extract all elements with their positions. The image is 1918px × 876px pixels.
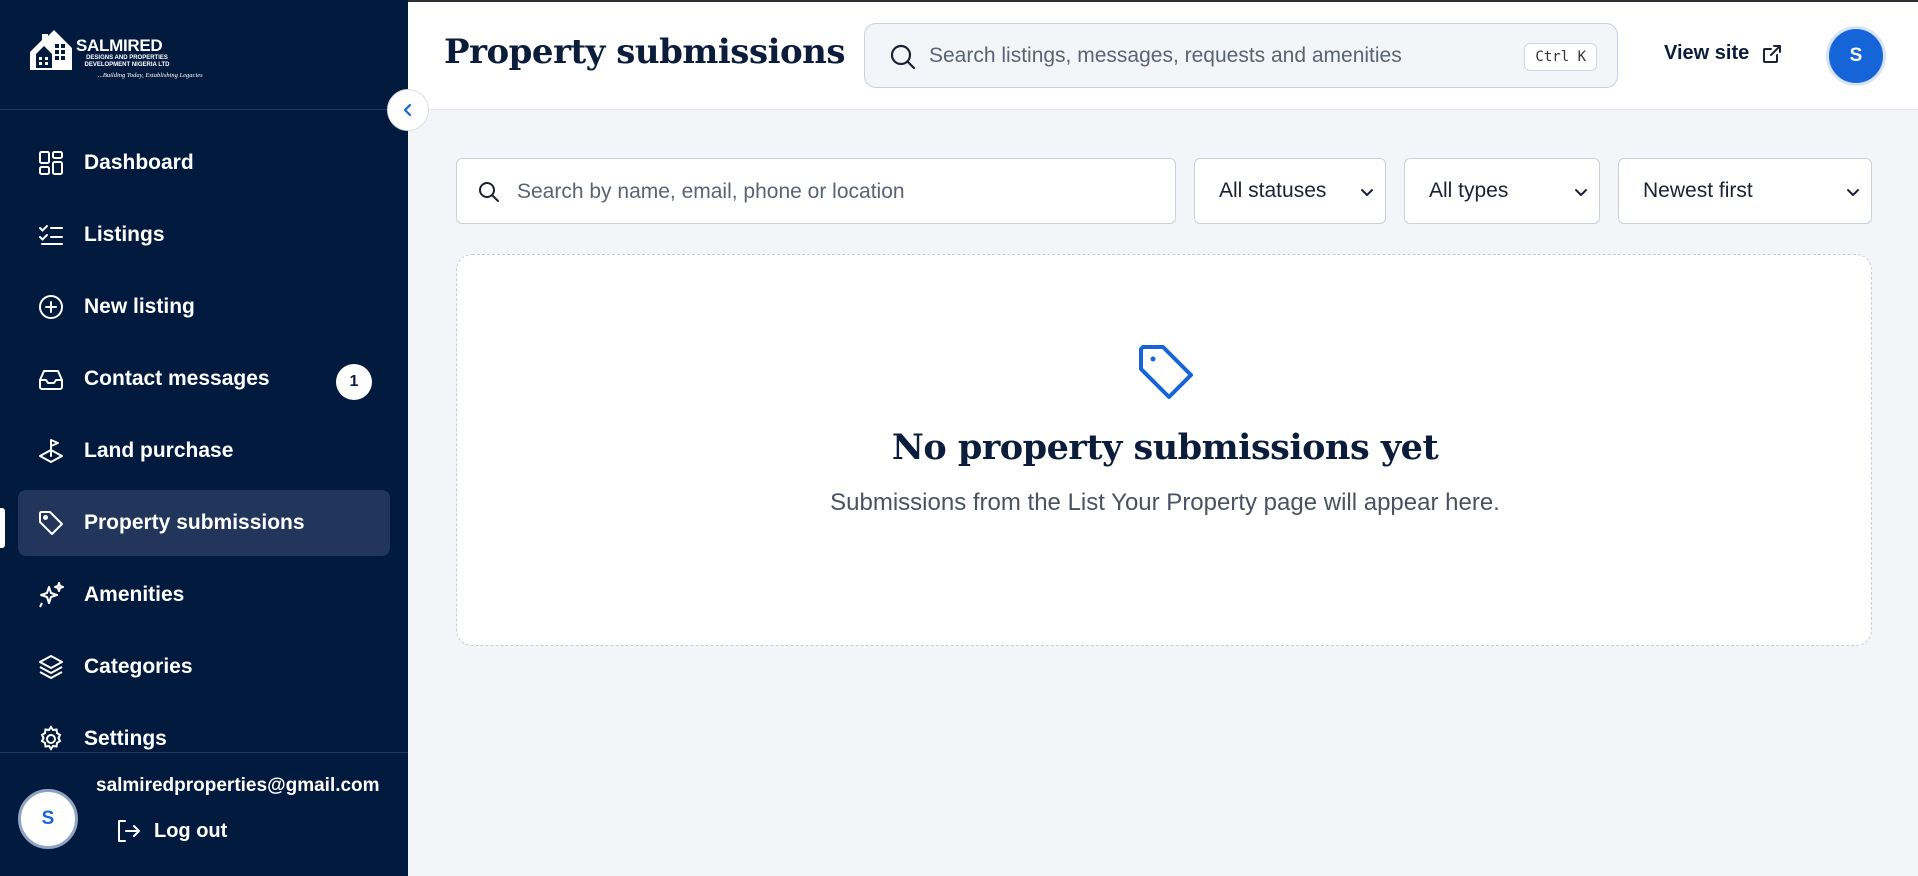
logo-house-icon [30, 30, 72, 70]
grid-icon [36, 148, 66, 178]
top-bar: Property submissions Ctrl K View site S [408, 0, 1918, 110]
sidebar-item-label: Settings [84, 727, 167, 750]
view-site-label: View site [1664, 42, 1750, 64]
sidebar-item-label: New listing [84, 295, 195, 318]
layers-icon [36, 652, 66, 682]
submissions-search-box[interactable] [456, 158, 1176, 224]
sort-order-value: Newest first [1643, 179, 1753, 202]
sidebar-item-dashboard[interactable]: Dashboard [18, 130, 390, 196]
window-top-edge [408, 0, 1918, 2]
land-icon [36, 436, 66, 466]
unread-count-badge: 1 [336, 364, 372, 400]
sort-order-select[interactable]: Newest first [1618, 158, 1872, 224]
sidebar-nav: Dashboard Listings New listing Contact m… [18, 130, 390, 778]
sidebar-user-panel: S salmiredproperties@gmail.com Log out [0, 752, 408, 876]
type-filter-value: All types [1429, 179, 1509, 202]
logout-button[interactable]: Log out [114, 817, 227, 845]
avatar[interactable]: S [1826, 26, 1886, 86]
status-filter-value: All statuses [1219, 179, 1327, 202]
sidebar-item-label: Listings [84, 223, 165, 246]
gear-icon [36, 724, 66, 754]
brand-subtitle: DESIGNS AND PROPERTIES DEVELOPMENT NIGER… [84, 55, 170, 68]
sparkles-icon [36, 580, 66, 610]
inbox-icon [36, 364, 66, 394]
submissions-search-input[interactable] [517, 174, 1137, 210]
chevron-left-icon [403, 103, 412, 117]
sidebar-item-land-purchase[interactable]: Land purchase [18, 418, 390, 484]
empty-state-card: No property submissions yet Submissions … [456, 254, 1872, 646]
user-email: salmiredproperties@gmail.com [96, 775, 380, 796]
brand-name: SALMIRED [76, 36, 163, 55]
sidebar-item-label: Dashboard [84, 151, 194, 174]
sidebar-item-listings[interactable]: Listings [18, 202, 390, 268]
global-search-box[interactable]: Ctrl K [864, 23, 1618, 88]
view-site-link[interactable]: View site [1664, 42, 1783, 65]
sidebar: SALMIRED DESIGNS AND PROPERTIES DEVELOPM… [0, 0, 408, 876]
status-filter-select[interactable]: All statuses [1194, 158, 1386, 224]
external-link-icon [1763, 44, 1782, 63]
sidebar-item-label: Contact messages [84, 367, 270, 390]
tag-icon [36, 508, 66, 538]
sidebar-item-property-submissions[interactable]: Property submissions [18, 490, 390, 556]
collapse-sidebar-button[interactable] [387, 89, 429, 131]
sidebar-item-label: Categories [84, 655, 193, 678]
sidebar-item-categories[interactable]: Categories [18, 634, 390, 700]
sidebar-item-label: Land purchase [84, 439, 234, 462]
empty-state-title: No property submissions yet [891, 427, 1439, 468]
brand-tagline: ...Building Today, Establishing Legacies [98, 72, 203, 79]
sidebar-item-new-listing[interactable]: New listing [18, 274, 390, 340]
keyboard-shortcut-hint: Ctrl K [1524, 43, 1597, 71]
sidebar-item-label: Amenities [84, 583, 185, 606]
brand-logo[interactable]: SALMIRED DESIGNS AND PROPERTIES DEVELOPM… [28, 26, 203, 86]
sidebar-item-label: Property submissions [84, 511, 305, 534]
page-title: Property submissions [444, 32, 846, 72]
tag-icon [1139, 345, 1193, 399]
logout-label: Log out [154, 819, 228, 842]
sidebar-item-contact-messages[interactable]: Contact messages 1 [18, 346, 390, 412]
logout-icon [118, 820, 140, 842]
active-indicator [0, 508, 5, 548]
list-check-icon [36, 220, 66, 250]
plus-circle-icon [36, 292, 66, 322]
chevron-down-icon [1361, 189, 1373, 196]
global-search-input[interactable] [929, 38, 1489, 74]
search-icon [479, 182, 499, 202]
sidebar-divider [0, 109, 408, 110]
sidebar-item-amenities[interactable]: Amenities [18, 562, 390, 628]
chevron-down-icon [1847, 189, 1859, 196]
chevron-down-icon [1575, 189, 1587, 196]
search-icon [890, 44, 916, 70]
empty-state-subtitle: Submissions from the List Your Property … [830, 489, 1500, 516]
avatar[interactable]: S [18, 789, 78, 849]
type-filter-select[interactable]: All types [1404, 158, 1600, 224]
